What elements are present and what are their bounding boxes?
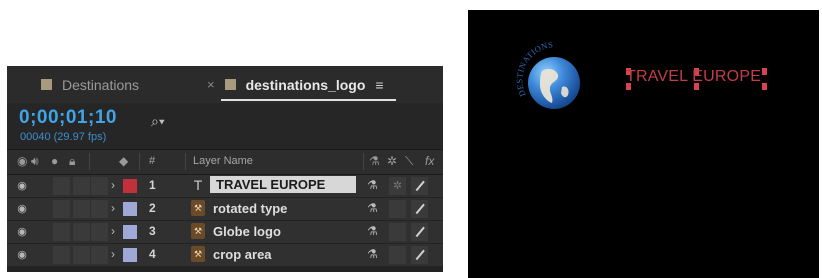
lock-switch[interactable]	[91, 223, 108, 241]
layer-number: 3	[149, 224, 156, 238]
quality-switch-icon[interactable]	[411, 200, 428, 218]
lock-switch[interactable]	[91, 177, 108, 195]
composition-viewer[interactable]: DESTINATIONS TRAVEL EUROPE	[468, 10, 819, 278]
solo-switch[interactable]	[73, 177, 90, 195]
label-color-swatch[interactable]	[123, 202, 137, 216]
tab-label: Destinations	[62, 76, 140, 93]
panel-menu-icon[interactable]: ≡	[375, 77, 383, 93]
expand-chevron-icon[interactable]: ›	[111, 247, 115, 261]
layer-row-3[interactable]: ◉ › 3 ⚒ Globe logo ⚗	[7, 221, 443, 243]
expand-chevron-icon[interactable]: ›	[111, 201, 115, 215]
solo-switch[interactable]	[73, 246, 90, 264]
tab-destinations-logo[interactable]: × destinations_logo ≡	[207, 66, 384, 103]
layer-name[interactable]: Globe logo	[213, 224, 281, 239]
audio-switch[interactable]	[53, 200, 70, 218]
column-divider	[363, 153, 364, 170]
search-icon[interactable]: ⌕▾	[151, 113, 165, 130]
tab-label: destinations_logo	[245, 76, 366, 93]
layer-name[interactable]: rotated type	[213, 201, 287, 216]
audio-icon[interactable]: 🔊︎	[31, 154, 39, 169]
visibility-eye-icon[interactable]: ◉	[15, 225, 29, 239]
layer-name[interactable]: TRAVEL EUROPE	[210, 176, 356, 193]
label-color-swatch[interactable]	[123, 248, 137, 262]
shy-icon[interactable]: ⚗	[369, 154, 380, 168]
column-divider	[89, 153, 90, 170]
visibility-eye-icon[interactable]: ◉	[15, 179, 29, 193]
label-tag-icon[interactable]: ◆	[119, 154, 128, 168]
number-column-header: #	[149, 155, 156, 167]
shy-switch-icon[interactable]: ⚗	[367, 201, 378, 215]
layer-name-column-header[interactable]: Layer Name	[193, 155, 253, 167]
text-layer-icon: T	[193, 177, 203, 193]
layer-row-2[interactable]: ◉ › 2 ⚒ rotated type ⚗	[7, 198, 443, 220]
label-color-swatch[interactable]	[123, 225, 137, 239]
solo-icon[interactable]: ●	[51, 154, 58, 168]
quality-switch-icon[interactable]	[411, 246, 428, 264]
collapse-switch-icon[interactable]	[389, 200, 406, 218]
solo-switch[interactable]	[73, 200, 90, 218]
layer-number: 1	[149, 178, 156, 192]
column-header: ◉ 🔊︎ ● 🔒︎ ◆ # Layer Name ⚗ ✲ ⟍ fx	[7, 149, 443, 175]
travel-europe-text[interactable]: TRAVEL EUROPE	[626, 68, 761, 86]
audio-switch[interactable]	[53, 223, 70, 241]
lock-switch[interactable]	[91, 200, 108, 218]
layer-number: 2	[149, 201, 156, 215]
quality-switch-icon[interactable]	[411, 177, 428, 195]
globe-logo[interactable]: DESTINATIONS	[516, 33, 590, 115]
frame-count: 00040 (29.97 fps)	[20, 131, 107, 143]
eye-icon[interactable]: ◉	[17, 154, 27, 168]
layer-number: 4	[149, 247, 156, 261]
anchor-handle[interactable]	[762, 68, 767, 75]
shy-switch-icon[interactable]: ⚗	[367, 178, 378, 192]
layer-row-4[interactable]: ◉ › 4 ⚒ crop area ⚗	[7, 244, 443, 266]
quality-switch-icon[interactable]	[411, 223, 428, 241]
collapse-icon[interactable]: ✲	[387, 154, 397, 168]
layer-row-1[interactable]: ◉ › 1 T TRAVEL EUROPE ⚗ ✲	[7, 175, 443, 197]
tab-bar: Destinations × destinations_logo ≡	[7, 66, 443, 103]
comp-icon	[41, 79, 52, 90]
current-time-display[interactable]: 0;00;01;10	[19, 107, 117, 129]
shy-switch-icon[interactable]: ⚗	[367, 224, 378, 238]
shape-layer-icon: ⚒	[191, 246, 205, 262]
collapse-switch-icon[interactable]	[389, 246, 406, 264]
solo-switch[interactable]	[73, 223, 90, 241]
effects-icon[interactable]: fx	[425, 154, 434, 168]
anchor-handle[interactable]	[762, 83, 767, 90]
collapse-switch-icon[interactable]	[389, 223, 406, 241]
layer-name[interactable]: crop area	[213, 247, 272, 262]
collapse-switch-icon[interactable]: ✲	[389, 177, 406, 195]
quality-icon[interactable]: ⟍	[405, 154, 413, 169]
visibility-eye-icon[interactable]: ◉	[15, 248, 29, 262]
close-icon[interactable]: ×	[207, 77, 215, 92]
column-divider	[185, 153, 186, 170]
lock-icon[interactable]: 🔒︎	[69, 154, 75, 169]
globe-icon	[528, 57, 580, 109]
shape-layer-icon: ⚒	[191, 200, 205, 216]
visibility-eye-icon[interactable]: ◉	[15, 202, 29, 216]
timeline-panel: Destinations × destinations_logo ≡ 0;00;…	[7, 66, 443, 272]
label-color-swatch[interactable]	[123, 179, 137, 193]
comp-icon	[224, 79, 236, 90]
audio-switch[interactable]	[53, 246, 70, 264]
active-tab-indicator	[221, 99, 396, 101]
audio-switch[interactable]	[53, 177, 70, 195]
lock-switch[interactable]	[91, 246, 108, 264]
expand-chevron-icon[interactable]: ›	[111, 178, 115, 192]
shape-layer-icon: ⚒	[191, 223, 205, 239]
tab-destinations[interactable]: Destinations	[41, 66, 139, 103]
shy-switch-icon[interactable]: ⚗	[367, 247, 378, 261]
column-divider	[139, 153, 140, 170]
time-bar: 0;00;01;10 00040 (29.97 fps) ⌕▾	[7, 103, 443, 149]
expand-chevron-icon[interactable]: ›	[111, 224, 115, 238]
search-input[interactable]	[177, 111, 437, 133]
